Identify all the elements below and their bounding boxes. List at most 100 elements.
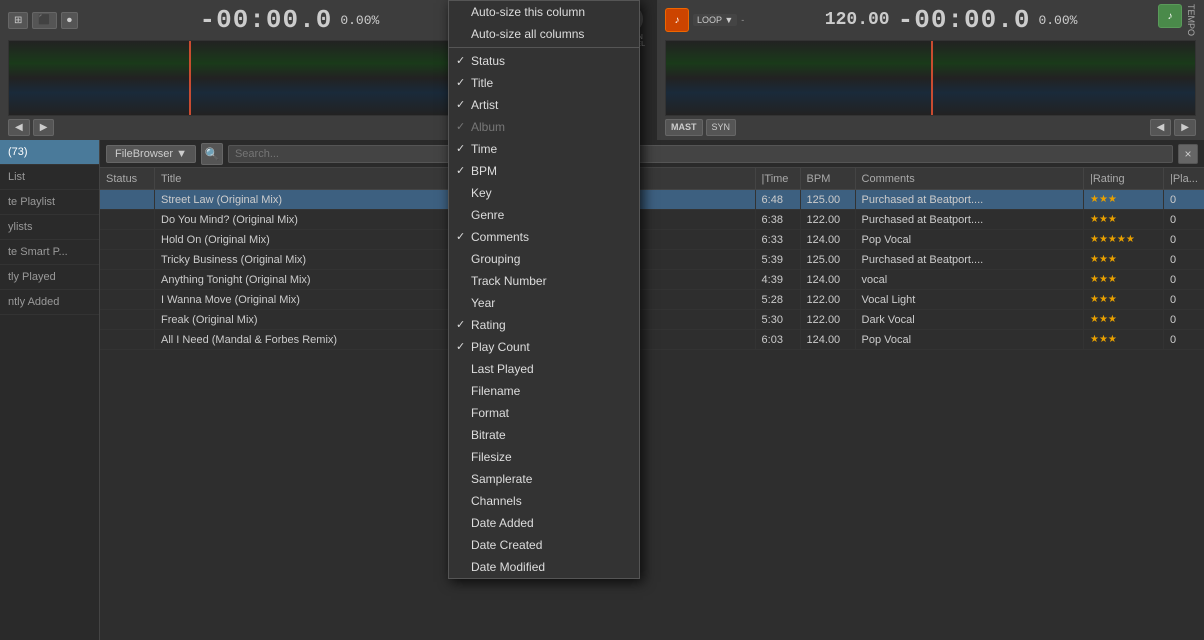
context-menu-item-channels[interactable]: Channels: [449, 490, 639, 512]
row-time: 5:28: [756, 290, 801, 309]
context-menu-item-filesize[interactable]: Filesize: [449, 446, 639, 468]
context-menu-item-comments[interactable]: ✓Comments: [449, 226, 639, 248]
col-header-comments[interactable]: Comments: [856, 168, 1084, 189]
deck-left-next-btn[interactable]: ▶: [33, 119, 55, 136]
context-menu-item-date-added[interactable]: Date Added: [449, 512, 639, 534]
sidebar-item-73[interactable]: (73): [0, 140, 99, 165]
context-menu-item-album[interactable]: ✓Album: [449, 116, 639, 138]
sidebar-item-smart-playlist[interactable]: te Smart P...: [0, 240, 99, 265]
search-input[interactable]: [228, 145, 1173, 163]
context-menu-item-filename[interactable]: Filename: [449, 380, 639, 402]
table-row[interactable]: Street Law (Original Mix) Amsterdam 2015…: [100, 190, 1204, 210]
deck-left-prev-btn[interactable]: ◀: [8, 119, 30, 136]
deck-right-prev-btn[interactable]: ◀: [1150, 119, 1172, 136]
row-time: 6:33: [756, 230, 801, 249]
row-title: Anything Tonight (Original Mix): [155, 270, 455, 289]
sidebar-item-last-played[interactable]: tly Played: [0, 265, 99, 290]
row-title: Freak (Original Mix): [155, 310, 455, 329]
col-header-status[interactable]: Status: [100, 168, 155, 189]
checkmark-icon: ✓: [456, 76, 465, 89]
context-menu-item-last-played[interactable]: Last Played: [449, 358, 639, 380]
context-menu-item-date-modified[interactable]: Date Modified: [449, 556, 639, 578]
row-comments: Purchased at Beatport....: [856, 210, 1084, 229]
col-header-bpm[interactable]: BPM: [801, 168, 856, 189]
filebrowser-btn[interactable]: FileBrowser ▼: [106, 145, 196, 163]
deck-right-time: -00:00.0: [898, 5, 1031, 35]
menu-item-label: Auto-size all columns: [471, 27, 584, 41]
deck-left-stop-btn[interactable]: ⬛: [32, 12, 56, 29]
table-row[interactable]: Freak (Original Mix) Amsterdam 2015 - Se…: [100, 310, 1204, 330]
menu-item-label: Last Played: [471, 362, 534, 376]
context-menu-item-format[interactable]: Format: [449, 402, 639, 424]
row-comments: Purchased at Beatport....: [856, 190, 1084, 209]
deck-right-percent: 0.00%: [1038, 13, 1077, 28]
table-row[interactable]: All I Need (Mandal & Forbes Remix) Amste…: [100, 330, 1204, 350]
checkmark-icon: ✓: [456, 142, 465, 155]
row-comments: vocal: [856, 270, 1084, 289]
menu-item-label: Album: [471, 120, 505, 134]
sidebar: (73) List te Playlist ylists te Smart P.…: [0, 140, 100, 640]
row-title: Do You Mind? (Original Mix): [155, 210, 455, 229]
context-menu-item-auto-size-this-column[interactable]: Auto-size this column: [449, 1, 639, 23]
row-plays: 0: [1164, 250, 1204, 269]
table-row[interactable]: Do You Mind? (Original Mix) Amsterdam 20…: [100, 210, 1204, 230]
context-menu-item-status[interactable]: ✓Status: [449, 50, 639, 72]
row-rating: ★★★: [1084, 310, 1164, 329]
context-menu-item-bpm[interactable]: ✓BPM: [449, 160, 639, 182]
menu-item-label: Bitrate: [471, 428, 506, 442]
col-header-plays[interactable]: | Pla...: [1164, 168, 1204, 189]
row-rating: ★★★: [1084, 330, 1164, 349]
track-list-scroll[interactable]: Street Law (Original Mix) Amsterdam 2015…: [100, 190, 1204, 640]
deck-right-sync-btn[interactable]: SYN: [706, 119, 737, 136]
deck-left-time: -00:00.0: [200, 5, 333, 35]
table-row[interactable]: Tricky Business (Original Mix) Amsterdam…: [100, 250, 1204, 270]
context-menu-item-auto-size-all-columns[interactable]: Auto-size all columns: [449, 23, 639, 45]
row-time: 4:39: [756, 270, 801, 289]
row-plays: 0: [1164, 330, 1204, 349]
col-header-rating[interactable]: | Rating: [1084, 168, 1164, 189]
row-time: 5:39: [756, 250, 801, 269]
deck-left-expand-btn[interactable]: ⊞: [8, 12, 28, 29]
track-list-header: Status Title ▲ Album | Time BPM Comments…: [100, 168, 1204, 190]
context-menu-item-date-created[interactable]: Date Created: [449, 534, 639, 556]
sidebar-item-list[interactable]: List: [0, 165, 99, 190]
sidebar-item-playlists[interactable]: ylists: [0, 215, 99, 240]
row-status: [100, 270, 155, 289]
context-menu-item-bitrate[interactable]: Bitrate: [449, 424, 639, 446]
table-row[interactable]: Anything Tonight (Original Mix) Amsterda…: [100, 270, 1204, 290]
row-rating: ★★★★★: [1084, 230, 1164, 249]
context-menu-item-year[interactable]: Year: [449, 292, 639, 314]
table-row[interactable]: I Wanna Move (Original Mix) Amsterdam 20…: [100, 290, 1204, 310]
menu-item-label: Play Count: [471, 340, 530, 354]
col-header-time[interactable]: | Time: [756, 168, 801, 189]
row-comments: Dark Vocal: [856, 310, 1084, 329]
deck-right-next-btn[interactable]: ▶: [1174, 119, 1196, 136]
row-title: Hold On (Original Mix): [155, 230, 455, 249]
context-menu-item-genre[interactable]: Genre: [449, 204, 639, 226]
menu-item-label: Track Number: [471, 274, 547, 288]
search-clear-btn[interactable]: ×: [1178, 144, 1198, 164]
context-menu-item-artist[interactable]: ✓Artist: [449, 94, 639, 116]
context-menu-item-title[interactable]: ✓Title: [449, 72, 639, 94]
context-menu-item-samplerate[interactable]: Samplerate: [449, 468, 639, 490]
menu-item-label: Rating: [471, 318, 506, 332]
context-menu-item-rating[interactable]: ✓Rating: [449, 314, 639, 336]
row-rating: ★★★: [1084, 250, 1164, 269]
row-comments: Vocal Light: [856, 290, 1084, 309]
sidebar-item-recently-added[interactable]: ntly Added: [0, 290, 99, 315]
deck-right-tempo-icon: ♪: [665, 8, 689, 32]
context-menu-item-time[interactable]: ✓Time: [449, 138, 639, 160]
deck-left-record-btn[interactable]: ⏺: [61, 12, 78, 29]
deck-right-master-btn[interactable]: MAST: [665, 119, 703, 136]
context-menu-item-play-count[interactable]: ✓Play Count: [449, 336, 639, 358]
row-status: [100, 210, 155, 229]
row-title: I Wanna Move (Original Mix): [155, 290, 455, 309]
row-plays: 0: [1164, 290, 1204, 309]
context-menu-item-track-number[interactable]: Track Number: [449, 270, 639, 292]
context-menu-item-key[interactable]: Key: [449, 182, 639, 204]
col-header-title[interactable]: Title: [155, 168, 455, 189]
row-plays: 0: [1164, 310, 1204, 329]
context-menu-item-grouping[interactable]: Grouping: [449, 248, 639, 270]
table-row[interactable]: Hold On (Original Mix) Amsterdam 2015 - …: [100, 230, 1204, 250]
sidebar-item-create-playlist[interactable]: te Playlist: [0, 190, 99, 215]
